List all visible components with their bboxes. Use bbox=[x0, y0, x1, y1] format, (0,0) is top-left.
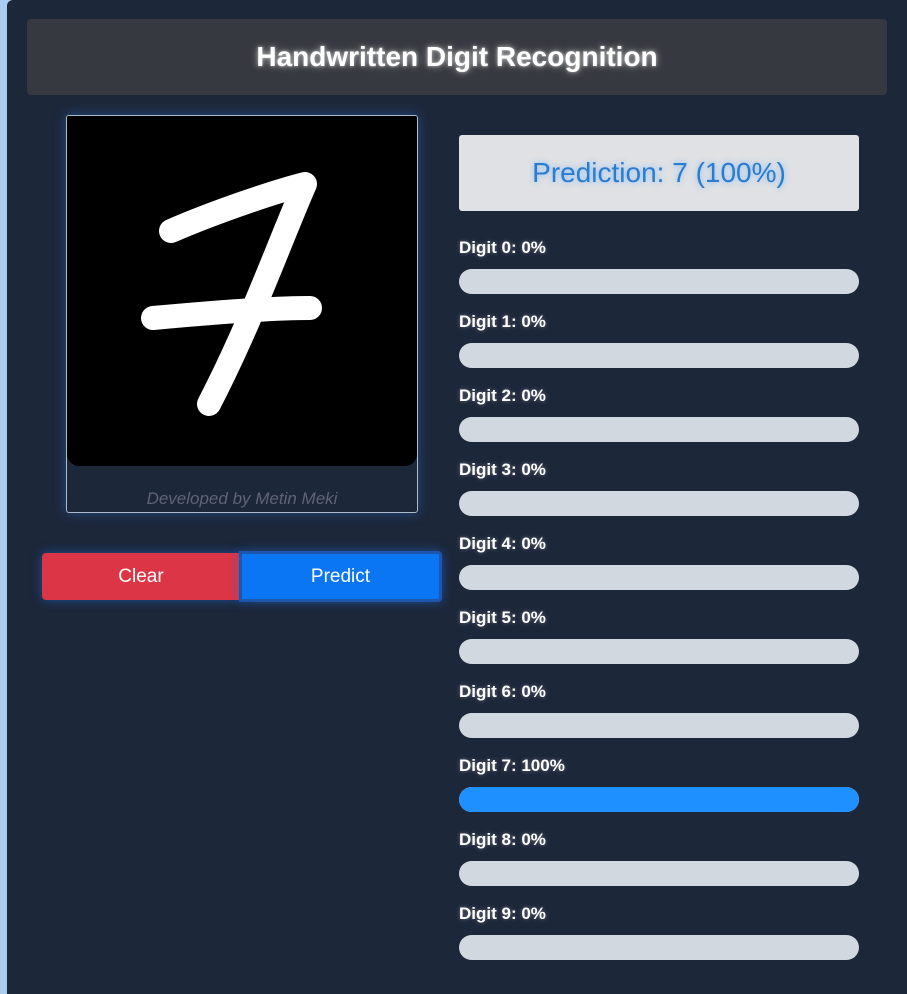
digit-label: Digit 9: 0% bbox=[459, 904, 546, 923]
probability-bar bbox=[459, 639, 859, 664]
probability-bar bbox=[459, 935, 859, 960]
drawing-canvas[interactable] bbox=[67, 116, 417, 466]
probability-bar bbox=[459, 861, 859, 886]
page-title: Handwritten Digit Recognition bbox=[256, 41, 658, 72]
predict-button[interactable]: Predict bbox=[239, 551, 442, 602]
digit-row: Digit 0: 0% bbox=[459, 238, 859, 312]
digit-row: Digit 1: 0% bbox=[459, 312, 859, 386]
probability-bar bbox=[459, 417, 859, 442]
digit-label: Digit 1: 0% bbox=[459, 312, 546, 331]
digit-row: Digit 2: 0% bbox=[459, 386, 859, 460]
drawing-panel: Developed by Metin Meki bbox=[66, 115, 418, 513]
digit-row: Digit 7: 100% bbox=[459, 756, 859, 830]
digit-row: Digit 6: 0% bbox=[459, 682, 859, 756]
digit-row: Digit 9: 0% bbox=[459, 904, 859, 978]
probability-bar bbox=[459, 343, 859, 368]
developer-credit: Developed by Metin Meki bbox=[146, 489, 338, 508]
probability-bar-fill bbox=[459, 787, 859, 812]
digit-row: Digit 8: 0% bbox=[459, 830, 859, 904]
digit-row: Digit 4: 0% bbox=[459, 534, 859, 608]
probability-bar bbox=[459, 491, 859, 516]
digit-row: Digit 3: 0% bbox=[459, 460, 859, 534]
probability-bar bbox=[459, 269, 859, 294]
digit-label: Digit 8: 0% bbox=[459, 830, 546, 849]
prediction-box: Prediction: 7 (100%) bbox=[459, 135, 859, 211]
digit-label: Digit 7: 100% bbox=[459, 756, 565, 775]
probability-bar bbox=[459, 565, 859, 590]
clear-button[interactable]: Clear bbox=[42, 553, 240, 600]
handwritten-stroke bbox=[141, 172, 322, 416]
digit-label: Digit 4: 0% bbox=[459, 534, 546, 553]
digit-label: Digit 6: 0% bbox=[459, 682, 546, 701]
probability-bar bbox=[459, 787, 859, 812]
digit-row: Digit 5: 0% bbox=[459, 608, 859, 682]
app-panel: Handwritten Digit Recognition Developed … bbox=[7, 0, 907, 994]
prediction-text: Prediction: 7 (100%) bbox=[532, 157, 786, 188]
digit-label: Digit 3: 0% bbox=[459, 460, 546, 479]
digit-label: Digit 2: 0% bbox=[459, 386, 546, 405]
digit-label: Digit 5: 0% bbox=[459, 608, 546, 627]
digit-label: Digit 0: 0% bbox=[459, 238, 546, 257]
probability-bar bbox=[459, 713, 859, 738]
digit-probability-list: Digit 0: 0% Digit 1: 0% Digit 2: 0% Digi… bbox=[459, 238, 859, 978]
header-bar: Handwritten Digit Recognition bbox=[27, 19, 887, 95]
